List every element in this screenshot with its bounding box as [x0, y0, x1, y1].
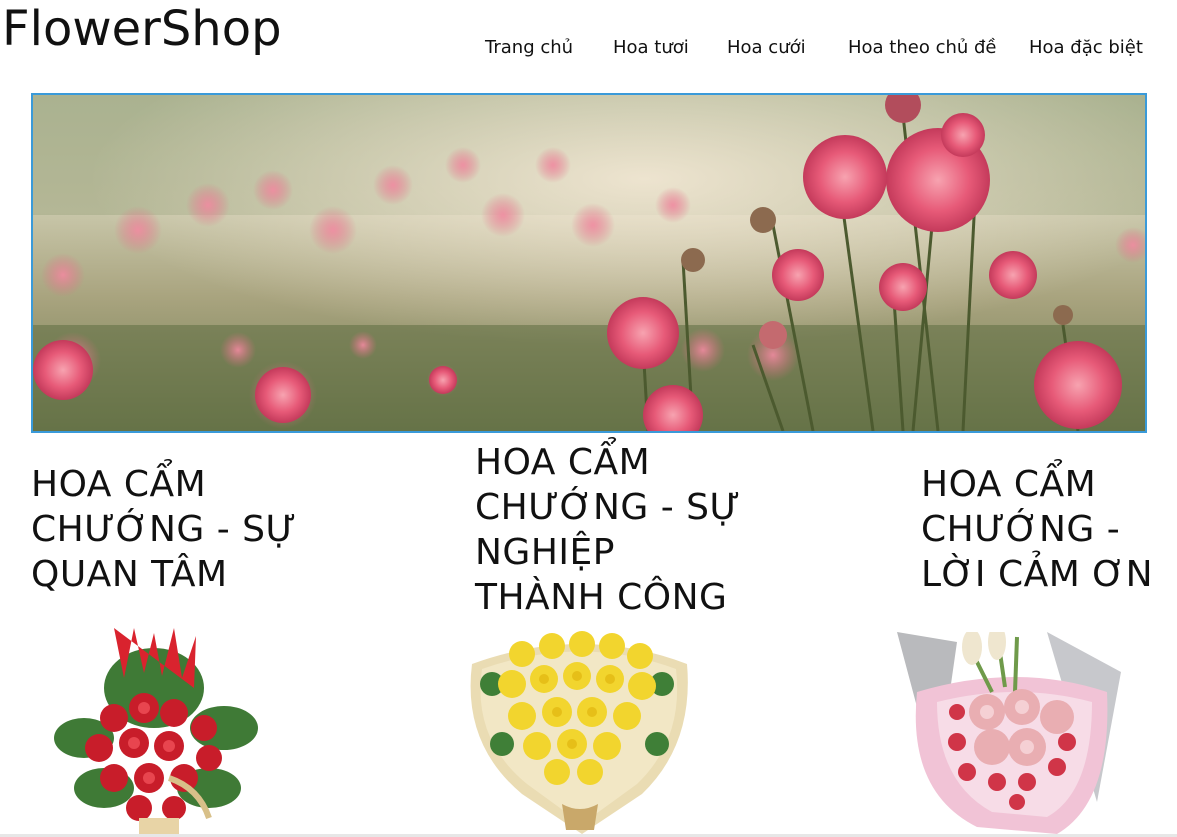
- nav-link-hoa-cuoi[interactable]: Hoa cưới: [727, 36, 806, 60]
- nav-link-hoa-tuoi[interactable]: Hoa tươi: [613, 36, 689, 60]
- title-line: CHƯỚNG - SỰ: [31, 509, 297, 550]
- title-line: NGHIỆP: [475, 532, 615, 573]
- pink-rose-bouquet-image: [897, 632, 1121, 834]
- nav-link-hoa-dac-biet[interactable]: Hoa đặc biệt: [1029, 36, 1143, 60]
- product-image-1[interactable]: [44, 628, 264, 834]
- yellow-rose-bouquet-image: [470, 631, 688, 834]
- red-flower-basket-image: [54, 628, 258, 834]
- product-title-1[interactable]: HOA CẨM CHƯỚNG - SỰ QUAN TÂM: [31, 462, 297, 597]
- title-line: CHƯỚNG -: [921, 509, 1121, 550]
- title-line: HOA CẨM: [921, 464, 1097, 505]
- main-nav: Trang chủ Hoa tươi Hoa cưới Hoa theo chủ…: [0, 36, 1177, 60]
- title-line: CHƯỚNG - SỰ: [475, 487, 741, 528]
- product-title-3[interactable]: HOA CẨM CHƯỚNG - LỜI CẢM ƠN: [921, 462, 1153, 597]
- nav-link-trang-chu[interactable]: Trang chủ: [485, 36, 573, 60]
- product-image-2[interactable]: [462, 624, 694, 834]
- product-title-2[interactable]: HOA CẨM CHƯỚNG - SỰ NGHIỆP THÀNH CÔNG: [475, 440, 741, 620]
- title-line: THÀNH CÔNG: [475, 577, 728, 618]
- title-line: HOA CẨM: [31, 464, 207, 505]
- nav-link-hoa-theo-chu-de[interactable]: Hoa theo chủ đề: [848, 36, 997, 60]
- title-line: HOA CẨM: [475, 442, 651, 483]
- hero-banner: [31, 93, 1147, 433]
- flower-field-banner-image: [33, 95, 1145, 431]
- title-line: LỜI CẢM ƠN: [921, 554, 1154, 595]
- product-image-3[interactable]: [897, 632, 1121, 834]
- title-line: QUAN TÂM: [31, 554, 228, 595]
